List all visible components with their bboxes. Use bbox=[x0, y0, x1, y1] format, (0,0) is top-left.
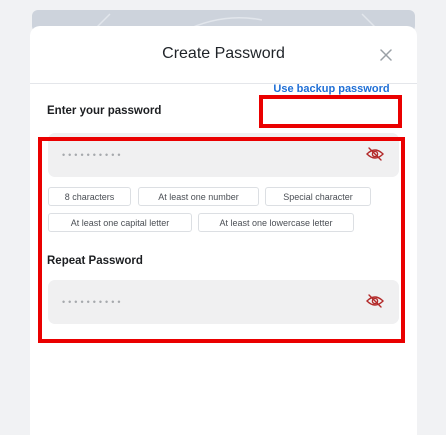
eye-slash-icon bbox=[366, 294, 384, 308]
repeat-password-label: Repeat Password bbox=[47, 255, 143, 267]
modal-header: Create Password bbox=[30, 26, 417, 84]
password-input[interactable]: •••••••••• bbox=[48, 133, 399, 177]
modal-title: Create Password bbox=[162, 45, 285, 62]
close-button[interactable] bbox=[376, 45, 396, 65]
repeat-password-masked-value: •••••••••• bbox=[62, 297, 124, 307]
close-icon bbox=[380, 49, 392, 61]
use-backup-password-link[interactable]: Use backup password bbox=[264, 78, 399, 100]
password-label: Enter your password bbox=[47, 105, 162, 117]
repeat-password-input[interactable]: •••••••••• bbox=[48, 280, 399, 324]
requirement-chip: At least one number bbox=[138, 187, 259, 206]
requirement-chip: Special character bbox=[265, 187, 371, 206]
toggle-password-visibility[interactable] bbox=[365, 146, 385, 162]
requirement-chip: 8 characters bbox=[48, 187, 131, 206]
toggle-repeat-password-visibility[interactable] bbox=[365, 293, 385, 309]
eye-slash-icon bbox=[366, 147, 384, 161]
password-masked-value: •••••••••• bbox=[62, 150, 124, 160]
requirement-chip: At least one capital letter bbox=[48, 213, 192, 232]
requirement-chip: At least one lowercase letter bbox=[198, 213, 354, 232]
